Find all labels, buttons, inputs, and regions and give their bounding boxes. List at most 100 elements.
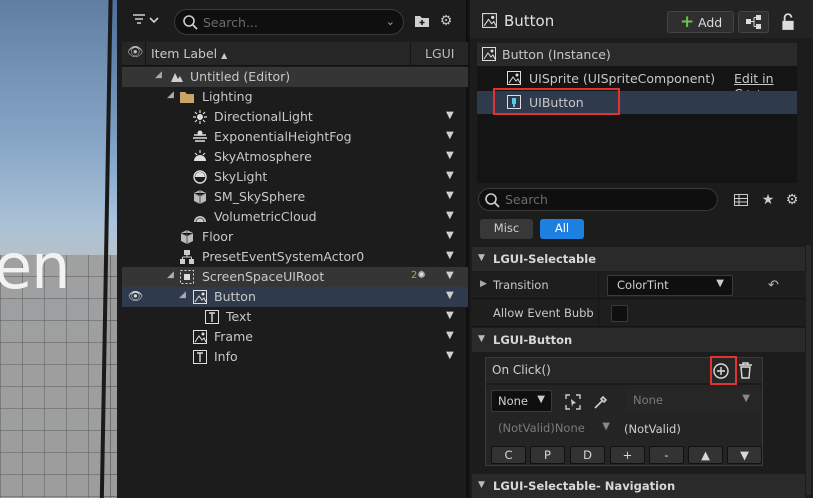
static-mesh-icon [180,230,194,244]
filter-all[interactable]: All [540,219,584,239]
row-dropdown-icon[interactable]: ▼ [446,130,454,141]
blueprint-button[interactable] [738,11,769,33]
visibility-eye-icon[interactable]: 👁 [128,289,143,303]
details-panel: Button + Add Button (Instance) UISprite … [470,0,813,498]
copy-button[interactable]: C [491,446,526,464]
row-dropdown-icon[interactable]: ▼ [446,190,454,201]
target-actor-dropdown[interactable]: None ▼ [491,390,552,412]
expand-arrow-icon[interactable]: ▶ [480,279,487,289]
property-transition: ▶ Transition ColorTint ▼ ↶ [472,272,805,299]
chevron-down-icon: ▼ [742,393,750,404]
add-component-button[interactable]: + Add [667,11,734,33]
actor-title: Button [504,12,555,30]
settings-gear-icon[interactable]: ⚙ [437,13,455,31]
level-viewport[interactable]: en [0,0,117,498]
visibility-column-eye-icon[interactable]: 👁 [127,45,144,60]
category-lgui-selectable[interactable]: ▼ LGUI-Selectable [472,247,805,271]
tree-row-floor[interactable]: Floor ▼ [122,227,468,247]
favorite-star-icon[interactable]: ★ [760,192,776,208]
row-dropdown-icon[interactable]: ▼ [446,250,454,261]
tree-row-directionallight[interactable]: DirectionalLight ▼ [122,107,468,127]
tree-row-skylight[interactable]: SkyLight ▼ [122,167,468,187]
lock-icon[interactable] [779,13,797,31]
search-icon [183,15,198,30]
details-scrollbar[interactable] [806,245,811,495]
tree-row-preseteventsystemactor0[interactable]: PresetEventSystemActor0 ▼ [122,247,468,267]
highlight-box [710,356,737,385]
item-label-column[interactable]: Item Label ▲ [151,46,227,61]
lgui-column[interactable]: LGUI [425,46,455,61]
tree-row-lighting[interactable]: ◢ Lighting [122,87,468,107]
tree-row-info[interactable]: Info ▼ [122,347,468,367]
row-dropdown-icon[interactable]: ▼ [446,110,454,121]
move-down-button[interactable]: ▼ [727,446,762,464]
duplicate-button[interactable]: D [570,446,605,464]
move-up-button[interactable]: ▲ [688,446,723,464]
allow-event-bubble-checkbox[interactable] [611,305,628,322]
transition-dropdown[interactable]: ColorTint ▼ [607,275,733,296]
chevron-down-icon: ▼ [537,394,545,405]
category-lgui-selectable-navigation[interactable]: ▼ LGUI-Selectable- Navigation [472,474,805,498]
hierarchy-icon [746,15,761,29]
chevron-down-icon[interactable]: ⌄ [386,15,395,28]
cloud-icon [194,216,206,223]
row-dropdown-icon[interactable]: ▼ [446,330,454,341]
lgui-badge: 2✺ [411,270,426,281]
outliner-column-header: 👁 Item Label ▲ LGUI [122,42,468,66]
highlight-box [493,88,620,115]
tree-row-sm-skysphere[interactable]: SM_SkySphere ▼ [122,187,468,207]
sprite-icon [507,71,521,85]
details-header: Button + Add [470,0,813,38]
text-icon [193,350,207,364]
tree-row-button[interactable]: 👁 ◢ Button ▼ [122,287,468,307]
eyedropper-icon[interactable] [593,394,609,410]
search-placeholder: Search... [203,15,258,30]
tree-row-volumetriccloud[interactable]: VolumetricCloud ▼ [122,207,468,227]
reset-to-default-icon[interactable]: ↶ [768,278,779,293]
outliner-search-input[interactable]: Search... ⌄ [174,9,404,35]
plus-icon: + [680,12,695,32]
param-value-text: (NotValid) [624,422,681,436]
paste-button[interactable]: P [530,446,565,464]
param-type-dropdown[interactable]: (NotValid)None ▼ [491,418,616,440]
tree-row-exponentialheightfog[interactable]: ExponentialHeightFog ▼ [122,127,468,147]
tree-row-untitled-editor[interactable]: ◢ Untitled (Editor) [122,67,468,87]
function-dropdown[interactable]: None ▼ [626,388,760,413]
row-dropdown-icon[interactable]: ▼ [446,270,454,281]
category-lgui-button[interactable]: ▼ LGUI-Button [472,328,805,352]
row-dropdown-icon[interactable]: ▼ [446,230,454,241]
select-actor-icon[interactable] [565,394,581,410]
skylight-icon [193,170,207,184]
tree-row-skyatmosphere[interactable]: SkyAtmosphere ▼ [122,147,468,167]
level-icon [171,73,183,82]
tree-row-frame[interactable]: Frame ▼ [122,327,468,347]
remove-button[interactable]: - [649,446,684,464]
component-row-uisprite[interactable]: UISprite (UISpriteComponent) Edit in C++ [477,67,797,101]
row-dropdown-icon[interactable]: ▼ [446,310,454,321]
filter-button[interactable] [131,12,167,32]
tree-row-screenspaceuiroot[interactable]: ◢ ScreenSpaceUIRoot 2✺ ▼ [122,267,468,287]
row-dropdown-icon[interactable]: ▼ [446,290,454,301]
component-row-instance[interactable]: Button (Instance) [477,43,797,66]
add-button[interactable]: + [610,446,645,464]
add-folder-icon[interactable] [413,13,431,31]
sprite-icon [482,47,496,61]
actor-icon [180,250,194,264]
row-dropdown-icon[interactable]: ▼ [446,150,454,161]
settings-gear-icon[interactable]: ⚙ [784,192,800,208]
filter-misc[interactable]: Misc [480,219,533,239]
details-search-input[interactable]: Search [478,188,718,211]
fog-icon [193,130,207,142]
row-dropdown-icon[interactable]: ▼ [446,210,454,221]
tree-row-text[interactable]: Text ▼ [122,307,468,327]
text-icon [205,310,219,324]
row-dropdown-icon[interactable]: ▼ [446,170,454,181]
folder-icon [180,92,194,103]
trash-icon[interactable] [738,362,753,379]
outliner-tree: ◢ Untitled (Editor) ◢ Lighting Direction… [122,67,468,367]
table-view-icon[interactable] [733,192,749,208]
sort-ascending-icon: ▲ [221,51,228,60]
search-icon [485,193,500,208]
static-mesh-icon [193,190,207,204]
row-dropdown-icon[interactable]: ▼ [446,350,454,361]
